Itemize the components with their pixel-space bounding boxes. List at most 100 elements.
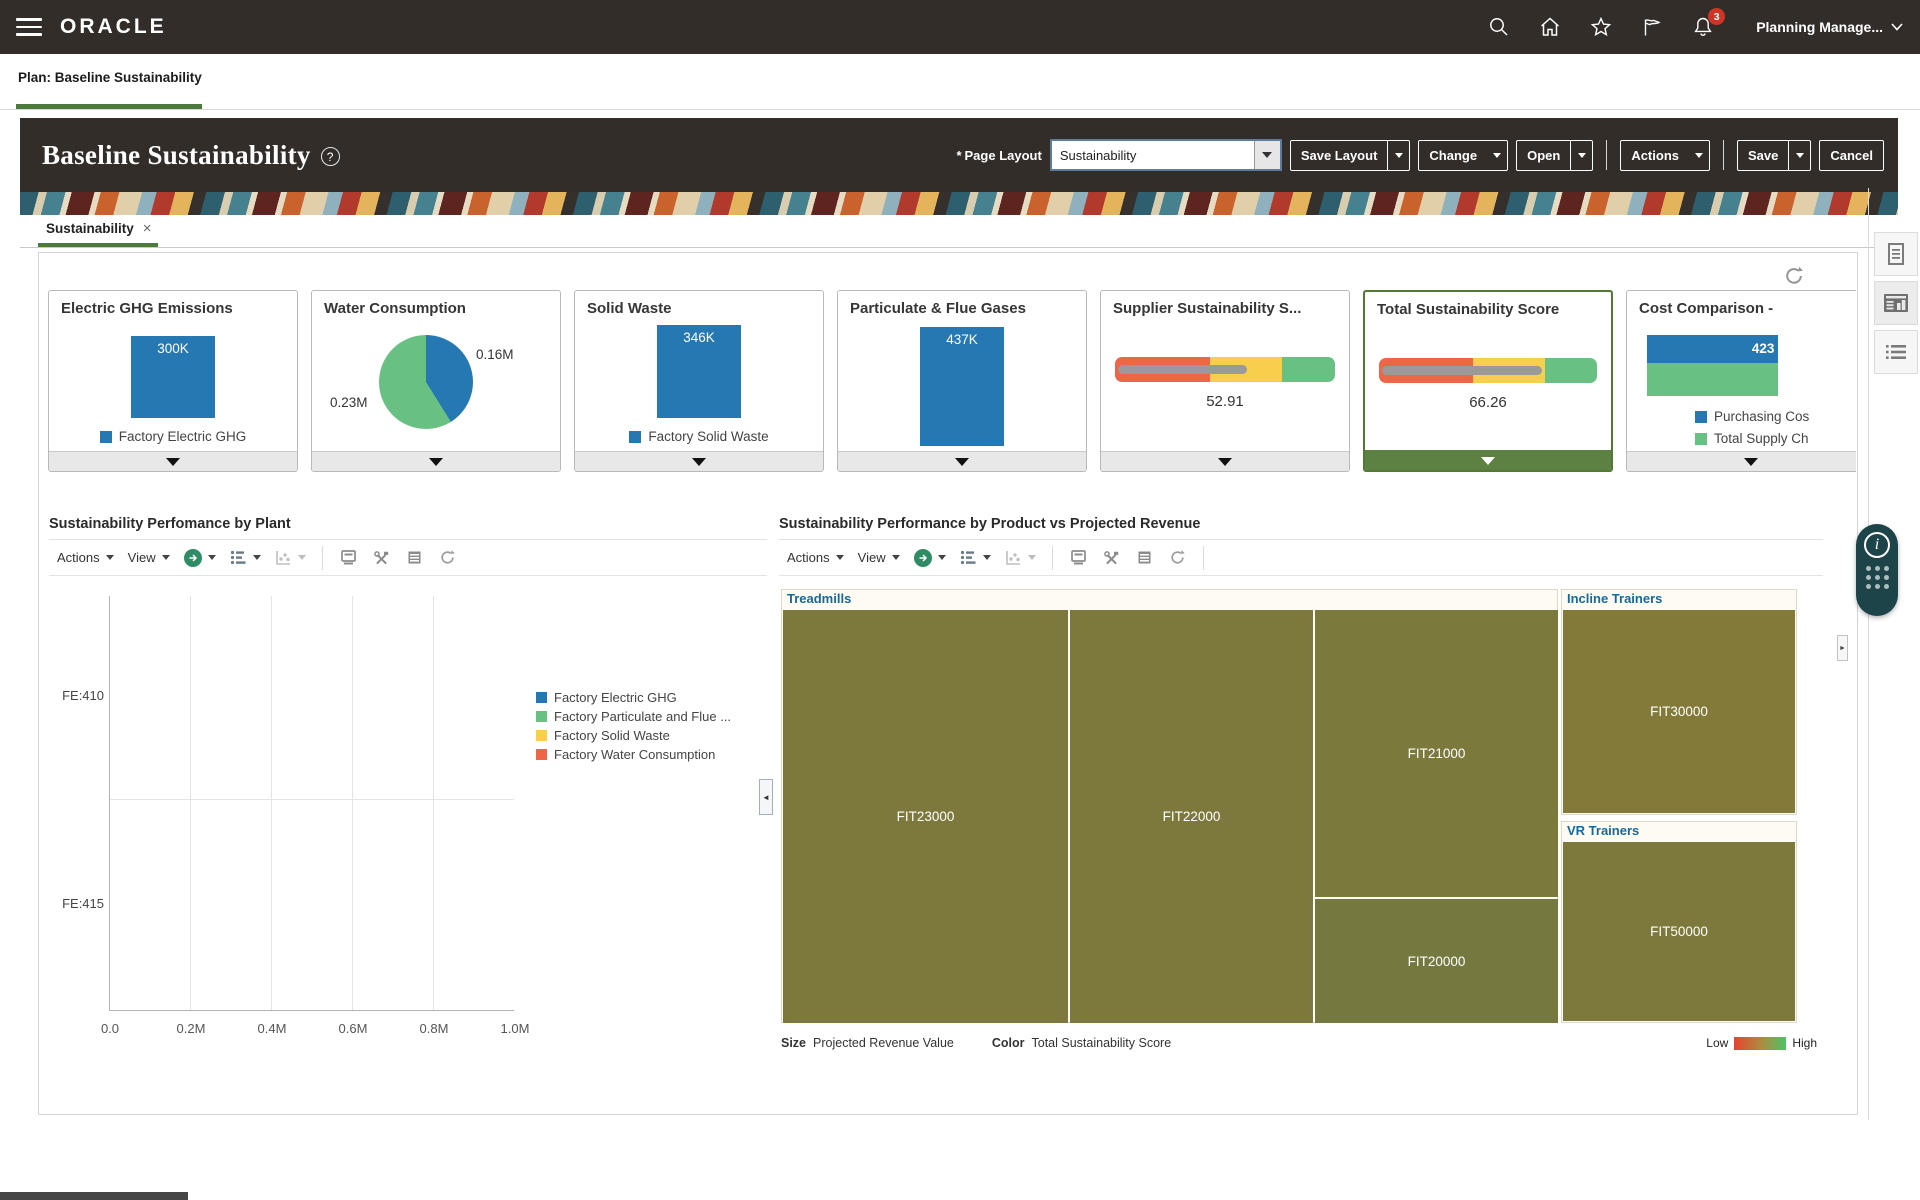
treemap-group-treadmills: Treadmills FIT23000 FIT22000 FIT21000 FI… xyxy=(781,589,1558,1023)
notifications-bell-icon[interactable]: 3 xyxy=(1691,15,1715,39)
actions-menu[interactable]: Actions xyxy=(57,550,114,565)
triangle-down-icon xyxy=(1744,458,1758,466)
tools-icon[interactable] xyxy=(1102,548,1121,567)
flag-watchlist-icon[interactable] xyxy=(1640,15,1664,39)
home-icon[interactable] xyxy=(1538,15,1562,39)
user-menu[interactable]: Planning Manage... xyxy=(1756,19,1904,35)
kpi-card-expander[interactable] xyxy=(1365,450,1611,470)
treemap-tiles: FIT30000 xyxy=(1563,610,1795,813)
actions-dropdown[interactable] xyxy=(1689,153,1709,158)
kpi-card-title: Solid Waste xyxy=(575,291,823,317)
change-dropdown[interactable] xyxy=(1487,153,1507,158)
x-axis-tick: 0.4M xyxy=(248,1021,296,1036)
tools-icon[interactable] xyxy=(372,548,391,567)
kpi-card-water-consumption[interactable]: Water Consumption 0.16M 0.23M xyxy=(311,290,561,472)
app-grid-icon[interactable] xyxy=(1866,566,1889,589)
actions-menu[interactable]: Actions xyxy=(787,550,844,565)
kpi-card-electric-ghg-emissions[interactable]: Electric GHG Emissions 300K Factory Elec… xyxy=(48,290,298,472)
tile-label: FIT20000 xyxy=(1408,954,1466,969)
kpi-card-expander[interactable] xyxy=(1101,451,1349,471)
kpi-card-expander[interactable] xyxy=(312,451,560,471)
treemap-tile-fit22000[interactable]: FIT22000 xyxy=(1070,610,1313,1023)
drill-menu[interactable] xyxy=(914,549,946,567)
open-button[interactable]: Open xyxy=(1516,140,1593,171)
help-icon[interactable]: ? xyxy=(321,147,340,166)
color-scale-gradient xyxy=(1734,1037,1786,1050)
kpi-card-solid-waste[interactable]: Solid Waste 346K Factory Solid Waste xyxy=(574,290,824,472)
cancel-button[interactable]: Cancel xyxy=(1819,140,1884,171)
treemap-tile-fit30000[interactable]: FIT30000 xyxy=(1563,610,1795,813)
triangle-down-icon xyxy=(1796,153,1804,158)
save-layout-button[interactable]: Save Layout xyxy=(1290,140,1411,171)
legend-label: Factory Electric GHG xyxy=(119,429,247,444)
favorites-star-icon[interactable] xyxy=(1589,15,1613,39)
plan-tab[interactable]: Plan: Baseline Sustainability xyxy=(18,70,202,85)
kpi-card-particulate-flue-gases[interactable]: Particulate & Flue Gases 437K xyxy=(837,290,1087,472)
kpi-card-supplier-sustainability-score[interactable]: Supplier Sustainability S... 52.91 xyxy=(1100,290,1350,472)
bar-value-label: 437K xyxy=(920,332,1004,347)
bar: 346K xyxy=(657,325,741,418)
guided-learning-widget[interactable]: i xyxy=(1856,524,1898,616)
list-view-tab[interactable] xyxy=(1874,330,1918,374)
view-menu[interactable]: View xyxy=(858,550,900,565)
subtab-active-underline xyxy=(38,243,158,247)
change-button[interactable]: Change xyxy=(1418,140,1508,171)
treemap: Treadmills FIT23000 FIT22000 FIT21000 FI… xyxy=(781,589,1797,1023)
mini-bar-chart: 300K xyxy=(49,325,297,418)
chart-type-menu[interactable] xyxy=(230,549,261,566)
horizontal-scrollbar-thumb[interactable] xyxy=(0,1192,188,1200)
export-icon[interactable] xyxy=(1069,548,1088,567)
tile-label: FIT50000 xyxy=(1650,924,1708,939)
save-button[interactable]: Save xyxy=(1737,140,1811,171)
bar-plot-area: FE:410 FE:415 0.0 0.2M 0.4M 0.6M 0.8M 1.… xyxy=(109,596,514,1011)
page-layout-input[interactable] xyxy=(1052,141,1254,169)
table-view-icon[interactable] xyxy=(1135,548,1154,567)
actions-button[interactable]: Actions xyxy=(1620,140,1710,171)
chart-type-menu[interactable] xyxy=(960,549,991,566)
open-dropdown[interactable] xyxy=(1570,141,1592,170)
kpi-card-expander[interactable] xyxy=(575,451,823,471)
save-layout-dropdown[interactable] xyxy=(1387,141,1409,170)
dashboard-icon xyxy=(1883,293,1909,313)
search-icon[interactable] xyxy=(1487,15,1511,39)
kpi-card-cost-comparison[interactable]: Cost Comparison - 423 Purchasing Cos Tot… xyxy=(1626,290,1856,472)
page-layout-combobox[interactable] xyxy=(1050,139,1282,171)
notification-badge: 3 xyxy=(1708,8,1725,25)
refresh-icon[interactable] xyxy=(1168,548,1187,567)
expand-panel-button[interactable]: ► xyxy=(1837,635,1848,661)
scatter-menu-disabled xyxy=(1005,549,1036,566)
table-view-icon[interactable] xyxy=(405,548,424,567)
oracle-logo[interactable]: ORACLE xyxy=(60,15,167,39)
kpi-card-expander[interactable] xyxy=(49,451,297,471)
hamburger-menu-icon[interactable] xyxy=(16,18,42,36)
close-tab-icon[interactable]: × xyxy=(143,220,152,237)
treemap-tile-fit20000[interactable]: FIT20000 xyxy=(1315,899,1558,1023)
page-layout-dropdown-button[interactable] xyxy=(1254,141,1280,169)
kpi-card-expander[interactable] xyxy=(838,451,1086,471)
plan-tab-row: Plan: Baseline Sustainability xyxy=(0,54,1920,110)
x-axis-tick: 0.2M xyxy=(167,1021,215,1036)
x-axis-tick: 0.6M xyxy=(329,1021,377,1036)
view-menu[interactable]: View xyxy=(128,550,170,565)
drill-menu[interactable] xyxy=(184,549,216,567)
info-icon[interactable]: i xyxy=(1864,532,1890,558)
user-menu-label: Planning Manage... xyxy=(1756,19,1883,35)
kpi-card-title: Electric GHG Emissions xyxy=(49,291,297,317)
reset-layout-icon[interactable] xyxy=(1783,265,1805,287)
dashboard-layout-tab[interactable] xyxy=(1874,281,1918,325)
kpi-cards-row: Electric GHG Emissions 300K Factory Elec… xyxy=(48,290,1856,480)
treemap-tiles: FIT23000 FIT22000 FIT21000 FIT20000 xyxy=(783,610,1556,1021)
triangle-down-icon xyxy=(1578,153,1586,158)
kpi-card-expander[interactable] xyxy=(1627,451,1856,471)
collapse-panel-button[interactable]: ◄ xyxy=(759,779,773,815)
page-properties-tab[interactable] xyxy=(1874,232,1918,276)
treemap-tile-fit21000[interactable]: FIT21000 xyxy=(1315,610,1558,897)
treemap-tile-fit50000[interactable]: FIT50000 xyxy=(1563,842,1795,1021)
legend-swatch xyxy=(536,730,547,741)
refresh-icon[interactable] xyxy=(438,548,457,567)
save-dropdown[interactable] xyxy=(1788,141,1810,170)
export-icon[interactable] xyxy=(339,548,358,567)
kpi-card-total-sustainability-score[interactable]: Total Sustainability Score 66.26 xyxy=(1363,290,1613,472)
treemap-tile-fit23000[interactable]: FIT23000 xyxy=(783,610,1068,1023)
tab-sustainability[interactable]: Sustainability× xyxy=(46,220,152,237)
